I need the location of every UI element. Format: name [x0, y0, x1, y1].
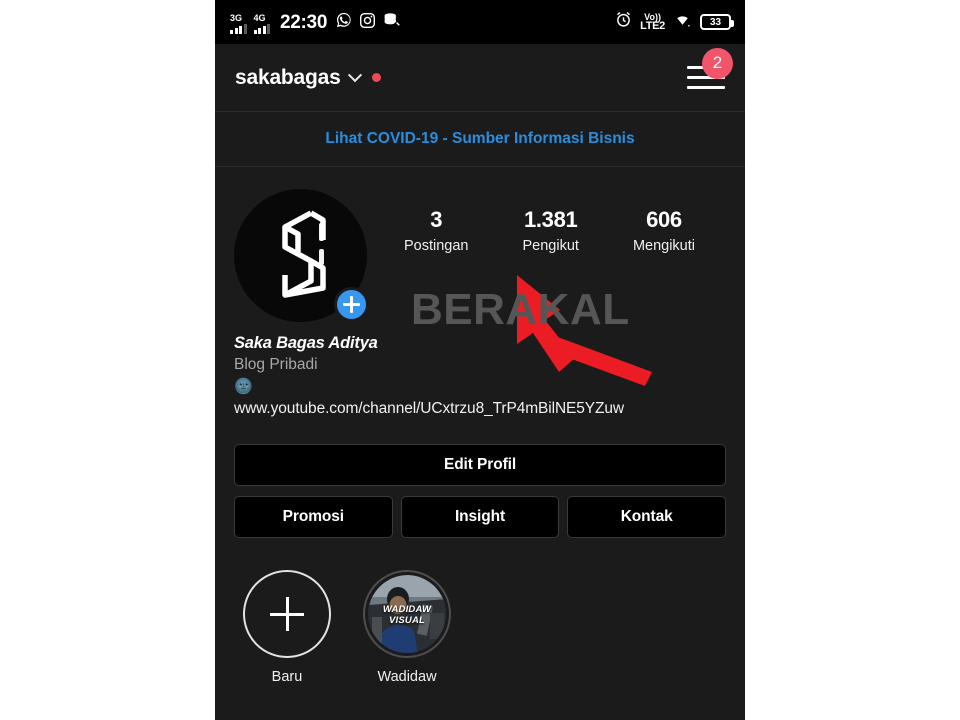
menu-notification-badge: 2 [702, 47, 733, 79]
profile-bio: Saka Bagas Aditya Blog Pribadi 🌚 www.you… [234, 334, 726, 418]
bio-category: Blog Pribadi [234, 356, 318, 373]
kontak-button[interactable]: Kontak [567, 496, 727, 538]
profile-body: 3 Postingan 1.381 Pengikut 606 Mengikuti… [215, 167, 745, 685]
battery-indicator: 33 [700, 14, 734, 30]
highlight-thumbnail: WADIDAW VISUAL [368, 575, 446, 653]
signal-bars-3g [230, 23, 247, 34]
bio-display-name: Saka Bagas Aditya [234, 334, 378, 352]
highlight-new[interactable]: Baru [243, 570, 331, 685]
highlight-wadidaw-cover[interactable]: WADIDAW VISUAL [363, 570, 451, 658]
secondary-action-row: Promosi Insight Kontak [234, 496, 727, 538]
promosi-button[interactable]: Promosi [234, 496, 393, 538]
highlight-cover-overlay-text: WADIDAW VISUAL [382, 603, 432, 626]
stat-followers-value: 1.381 [523, 207, 578, 232]
profile-header-bar: sakabagas 2 [215, 44, 745, 112]
stat-followers[interactable]: 1.381 Pengikut [523, 207, 579, 254]
add-highlight-icon[interactable] [243, 570, 331, 658]
covid-banner-label: Lihat COVID-19 - Sumber Informasi Bisnis [325, 130, 635, 147]
highlight-new-label: Baru [271, 669, 303, 685]
bio-emoji: 🌚 [234, 378, 253, 395]
profile-stats: 3 Postingan 1.381 Pengikut 606 Mengikuti [367, 189, 726, 254]
red-dot-indicator [371, 73, 381, 82]
chevron-down-icon[interactable] [347, 67, 362, 82]
wifi-icon [673, 11, 692, 33]
status-bar-right: Vo)) LTE2 33 [615, 11, 734, 33]
status-bar-left: 3G 4G 22:30 [229, 11, 400, 34]
volte-line-2: LTE2 [640, 20, 665, 32]
stat-posts-label: Postingan [404, 238, 469, 254]
alarm-icon [615, 11, 632, 33]
battery-percent-label: 33 [709, 16, 722, 28]
status-bar: 3G 4G 22:30 Vo)) LTE2 33 [215, 0, 745, 44]
signal-bars-4g [253, 23, 270, 34]
profile-action-buttons: Edit Profil Promosi Insight Kontak [234, 444, 727, 538]
signal-4g-icon: 4G [253, 12, 270, 34]
saka-logo-icon [281, 210, 326, 298]
stat-posts[interactable]: 3 Postingan [404, 207, 469, 254]
stat-following-value: 606 [646, 207, 682, 232]
highlight-wadidaw-label: Wadidaw [377, 669, 437, 685]
story-highlights: Baru WADIDAW VISUAL Wadidaw [234, 570, 726, 685]
volte-indicator: Vo)) LTE2 [640, 13, 665, 32]
phone-screenshot: 3G 4G 22:30 Vo)) LTE2 33 sakabagas 2 Lih… [215, 0, 745, 720]
status-bar-clock: 22:30 [280, 11, 328, 33]
edit-profile-button[interactable]: Edit Profil [234, 444, 726, 486]
stat-posts-value: 3 [430, 207, 443, 232]
add-story-button[interactable] [334, 287, 369, 322]
stat-followers-label: Pengikut [522, 238, 579, 254]
network-type-4g-label: 4G [253, 12, 266, 23]
instagram-icon [359, 12, 376, 34]
hamburger-menu-button[interactable]: 2 [681, 47, 733, 98]
network-type-3g-label: 3G [230, 12, 243, 23]
covid-info-banner[interactable]: Lihat COVID-19 - Sumber Informasi Bisnis [215, 112, 745, 167]
profile-top-row: 3 Postingan 1.381 Pengikut 606 Mengikuti [234, 189, 726, 322]
bio-website-link[interactable]: www.youtube.com/channel/UCxtrzu8_TrP4mBi… [234, 400, 726, 418]
highlight-wadidaw[interactable]: WADIDAW VISUAL Wadidaw [363, 570, 451, 685]
avatar-container[interactable] [234, 189, 369, 322]
data-saver-off-icon [382, 11, 400, 34]
signal-3g-icon: 3G [229, 12, 247, 34]
stat-following[interactable]: 606 Mengikuti [633, 207, 695, 254]
insight-button[interactable]: Insight [400, 496, 560, 538]
stat-following-label: Mengikuti [632, 238, 695, 254]
whatsapp-icon [335, 11, 353, 34]
username-label[interactable]: sakabagas [235, 66, 341, 90]
